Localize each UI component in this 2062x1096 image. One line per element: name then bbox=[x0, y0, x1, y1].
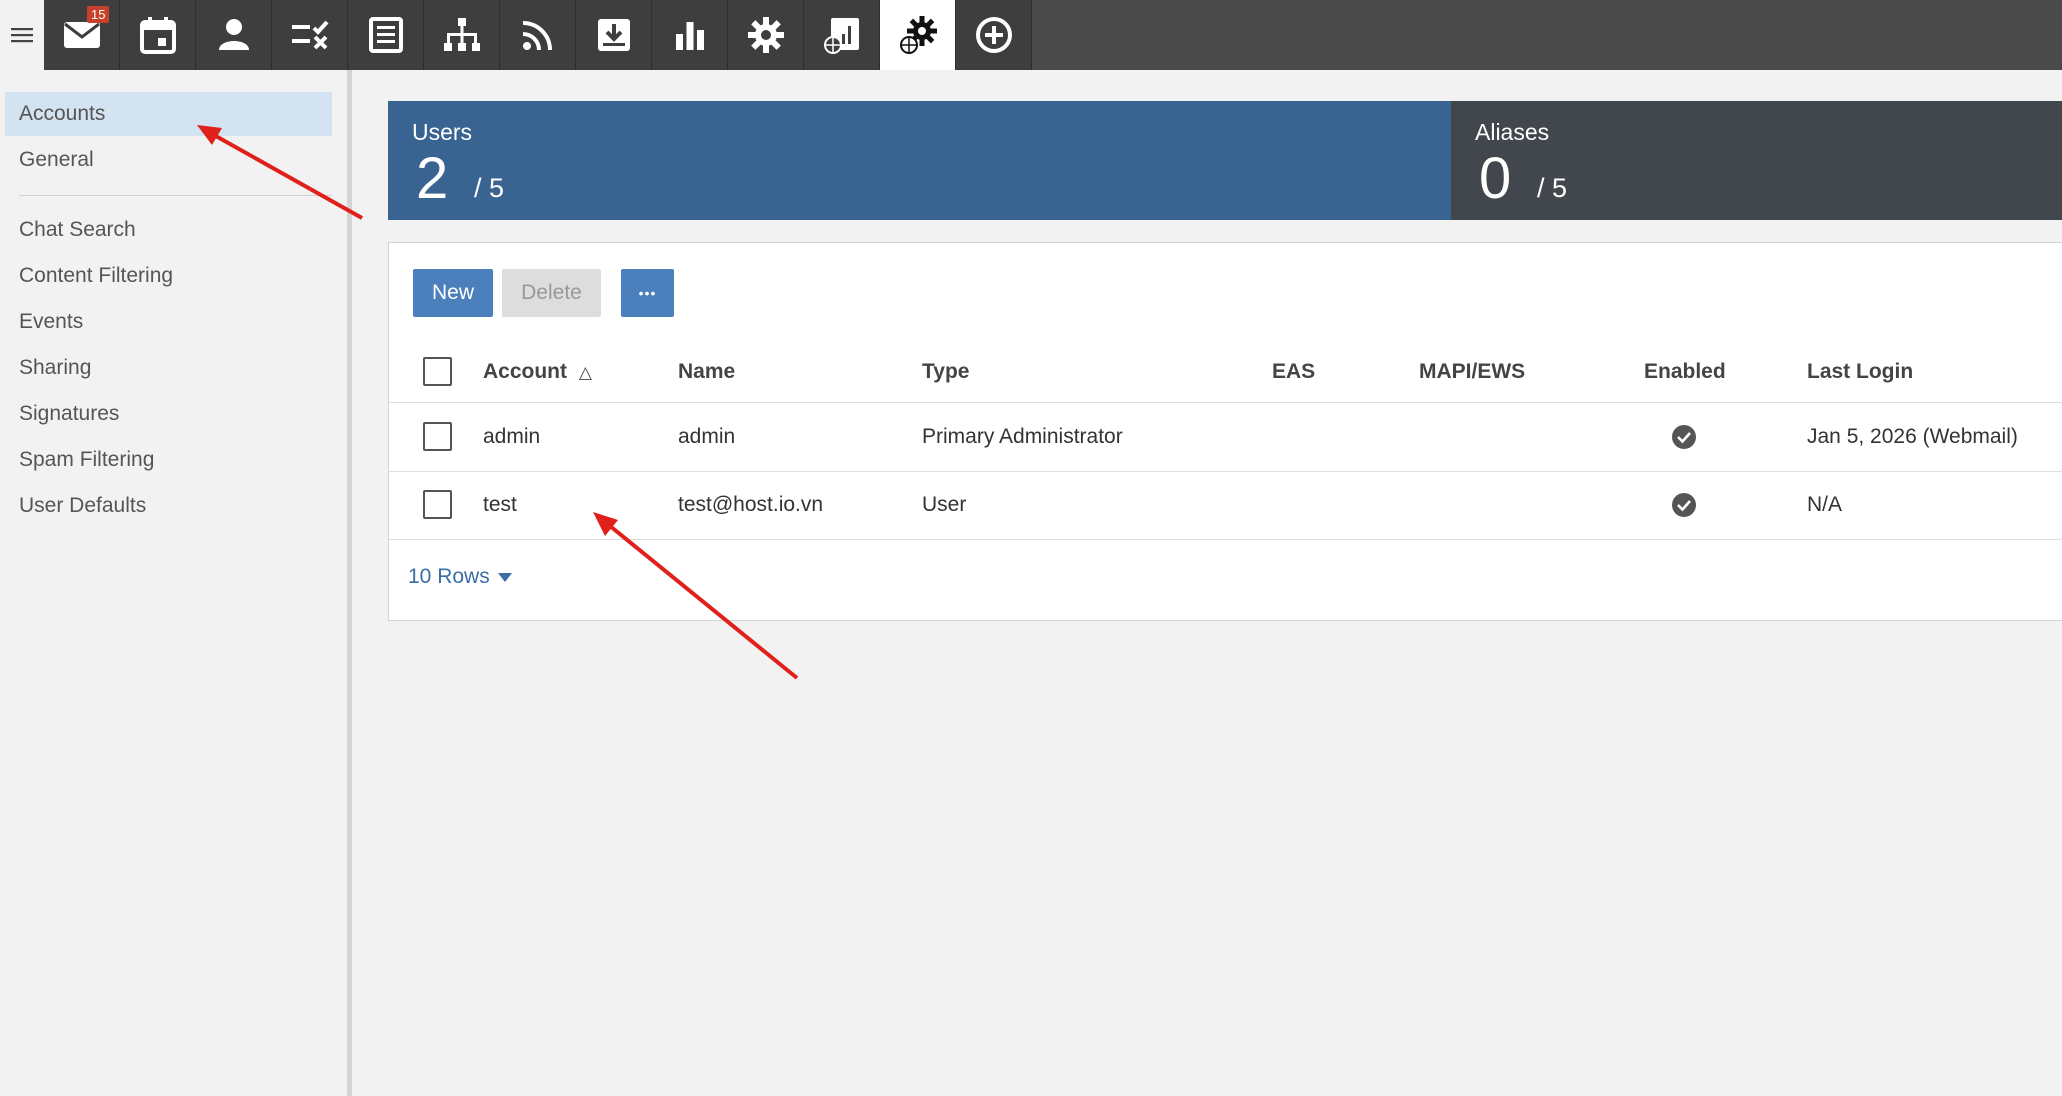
sidebar-divider bbox=[19, 195, 332, 196]
users-limit: / 5 bbox=[474, 173, 505, 203]
domain-reports-icon[interactable] bbox=[804, 0, 880, 70]
calendar-icon[interactable] bbox=[120, 0, 196, 70]
column-header-account[interactable]: Account △ bbox=[483, 360, 592, 384]
delete-button[interactable]: Delete bbox=[502, 269, 601, 317]
last-login-cell: Jan 5, 2026 (Webmail) bbox=[1807, 425, 2018, 448]
settings-icon[interactable] bbox=[728, 0, 804, 70]
domain-settings-icon[interactable] bbox=[880, 0, 956, 70]
sidebar-item-content-filtering[interactable]: Content Filtering bbox=[5, 254, 332, 298]
account-header-label: Account bbox=[483, 360, 567, 383]
column-header-last-login[interactable]: Last Login bbox=[1807, 360, 1913, 384]
rows-per-page-dropdown[interactable]: 10 Rows bbox=[408, 565, 512, 589]
account-cell: test bbox=[483, 493, 517, 516]
archive-icon[interactable] bbox=[576, 0, 652, 70]
sidebar-item-general[interactable]: General bbox=[5, 138, 332, 182]
rss-icon[interactable] bbox=[500, 0, 576, 70]
aliases-stat-card[interactable]: Aliases 0 / 5 bbox=[1451, 101, 2062, 220]
sidebar-item-sharing[interactable]: Sharing bbox=[5, 346, 332, 390]
accounts-panel: New Delete ••• Account △ Name Type EAS M… bbox=[388, 242, 2062, 621]
rows-per-page-label: 10 Rows bbox=[408, 565, 490, 588]
row-checkbox[interactable] bbox=[423, 490, 452, 519]
row-checkbox[interactable] bbox=[423, 422, 452, 451]
select-all-checkbox[interactable] bbox=[423, 357, 452, 386]
type-cell: User bbox=[922, 493, 967, 516]
tasks-icon[interactable] bbox=[272, 0, 348, 70]
sidebar-item-user-defaults[interactable]: User Defaults bbox=[5, 484, 332, 528]
unread-badge: 15 bbox=[87, 6, 110, 23]
add-icon[interactable] bbox=[956, 0, 1032, 70]
sidebar-item-events[interactable]: Events bbox=[5, 300, 332, 344]
column-header-eas[interactable]: EAS bbox=[1272, 360, 1315, 384]
sort-ascending-icon: △ bbox=[578, 363, 592, 382]
sidebar-item-spam-filtering[interactable]: Spam Filtering bbox=[5, 438, 332, 482]
last-login-cell: N/A bbox=[1807, 493, 1843, 516]
column-header-enabled[interactable]: Enabled bbox=[1644, 360, 1726, 384]
name-cell: test@host.io.vn bbox=[678, 493, 824, 516]
contacts-icon[interactable] bbox=[196, 0, 272, 70]
sidebar-item-chat-search[interactable]: Chat Search bbox=[5, 208, 332, 252]
users-count: 2 bbox=[416, 146, 449, 211]
more-icon: ••• bbox=[638, 285, 657, 301]
more-actions-button[interactable]: ••• bbox=[621, 269, 674, 317]
new-button[interactable]: New bbox=[413, 269, 493, 317]
users-stat-card[interactable]: Users 2 / 5 bbox=[388, 101, 1451, 220]
mail-icon[interactable]: 15 bbox=[44, 0, 120, 70]
caret-down-icon bbox=[497, 572, 512, 582]
sidebar-item-accounts[interactable]: Accounts bbox=[5, 92, 332, 136]
aliases-card-label: Aliases bbox=[1475, 119, 1550, 145]
type-cell: Primary Administrator bbox=[922, 425, 1123, 448]
account-cell: admin bbox=[483, 425, 541, 448]
column-header-mapi-ews[interactable]: MAPI/EWS bbox=[1419, 360, 1525, 384]
sidebar: Accounts General Chat Search Content Fil… bbox=[0, 70, 352, 1096]
aliases-count: 0 bbox=[1479, 146, 1512, 211]
sidebar-item-signatures[interactable]: Signatures bbox=[5, 392, 332, 436]
users-card-label: Users bbox=[412, 119, 473, 145]
sitemap-icon[interactable] bbox=[424, 0, 500, 70]
name-cell: admin bbox=[678, 425, 736, 448]
enabled-check-icon bbox=[1672, 493, 1696, 517]
row-divider bbox=[389, 471, 2062, 472]
notes-icon[interactable] bbox=[348, 0, 424, 70]
header-divider bbox=[389, 402, 2062, 403]
enabled-check-icon bbox=[1672, 425, 1696, 449]
row-divider bbox=[389, 539, 2062, 540]
aliases-limit: / 5 bbox=[1537, 173, 1568, 203]
top-toolbar: 15 bbox=[0, 0, 2062, 70]
column-header-name[interactable]: Name bbox=[678, 360, 735, 384]
reports-icon[interactable] bbox=[652, 0, 728, 70]
column-header-type[interactable]: Type bbox=[922, 360, 969, 384]
menu-icon[interactable] bbox=[0, 0, 44, 70]
